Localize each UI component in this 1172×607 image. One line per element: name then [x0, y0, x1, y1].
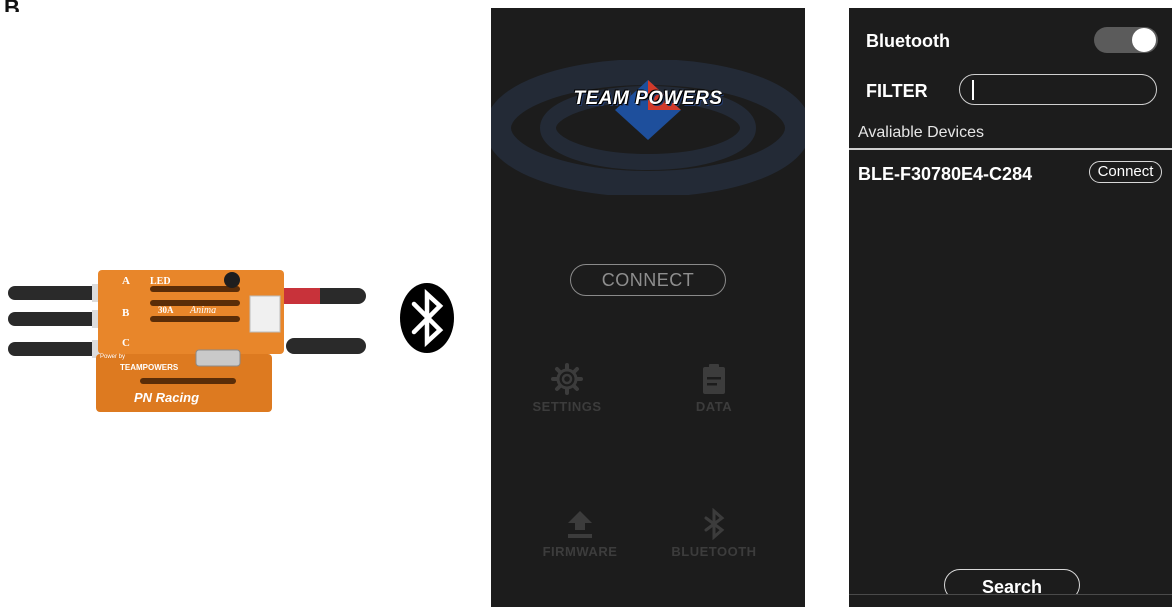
bluetooth-label: BLUETOOTH — [671, 544, 757, 559]
firmware-label: FIRMWARE — [542, 544, 618, 559]
filter-label: FILTER — [866, 81, 928, 101]
bluetooth-icon — [704, 508, 725, 540]
bluetooth-title: Bluetooth — [866, 31, 950, 51]
filter-input[interactable] — [959, 74, 1157, 105]
logo-ring-graphic — [491, 59, 805, 197]
device-photo: LED A B C 30A Anima Power by TEAMPOWERS … — [0, 196, 370, 506]
device-name: BLE-F30780E4-C284 — [858, 164, 1033, 184]
firmware-tile[interactable]: FIRMWARE — [525, 508, 635, 578]
figure-canvas: B — [0, 0, 1172, 607]
device-row: BLE-F30780E4-C284 Connect — [849, 156, 1172, 190]
toggle-knob — [1132, 28, 1156, 52]
wire-left-b — [8, 312, 100, 326]
data-tile[interactable]: DATA — [659, 363, 769, 433]
text-caret — [972, 80, 974, 100]
data-label: DATA — [695, 399, 733, 414]
bottom-bar — [849, 594, 1172, 607]
device-connect-button[interactable]: Connect — [1089, 161, 1162, 183]
led-label: LED — [150, 276, 171, 287]
home-screen: TEAM POWERS CONNECT SETTINGS DATA FIRMWA… — [491, 8, 805, 607]
vent-slot — [140, 378, 236, 384]
red-sleeve — [282, 288, 320, 304]
maker-label: TEAMPOWERS — [120, 363, 179, 372]
phase-b-label: B — [122, 307, 130, 319]
phase-a-label: A — [122, 275, 130, 287]
available-devices-label: Avaliable Devices — [858, 124, 984, 141]
gear-icon — [551, 363, 583, 395]
clipboard-icon — [703, 364, 725, 394]
connect-button[interactable]: CONNECT — [570, 264, 726, 296]
esc-device-illustration: LED A B C 30A Anima Power by TEAMPOWERS … — [8, 270, 366, 412]
bluetooth-badge-icon — [398, 282, 456, 354]
usb-port — [195, 349, 241, 367]
rating-label: 30A — [158, 305, 174, 315]
settings-label: SETTINGS — [532, 399, 602, 414]
wire-right-bottom — [286, 338, 366, 354]
divider — [849, 148, 1172, 150]
wire-left-c — [8, 342, 100, 356]
phase-c-label: C — [122, 337, 130, 349]
signal-connector — [249, 295, 281, 333]
figure-label: B — [4, 0, 20, 12]
upload-icon — [568, 511, 592, 538]
brand-script-label: Anima — [189, 305, 216, 316]
vent-slot — [150, 316, 240, 322]
bluetooth-screen: Bluetooth FILTER Avaliable Devices BLE-F… — [849, 8, 1172, 607]
settings-tile[interactable]: SETTINGS — [512, 363, 622, 433]
logo-area — [491, 59, 805, 197]
control-knob — [224, 272, 240, 288]
bluetooth-tile[interactable]: BLUETOOTH — [659, 508, 769, 578]
wire-left-a — [8, 286, 100, 300]
powered-by-label: Power by — [100, 354, 125, 360]
racing-label: PN Racing — [134, 390, 199, 405]
bluetooth-toggle[interactable] — [1094, 27, 1158, 53]
team-powers-logo: TEAM POWERS — [573, 88, 723, 109]
